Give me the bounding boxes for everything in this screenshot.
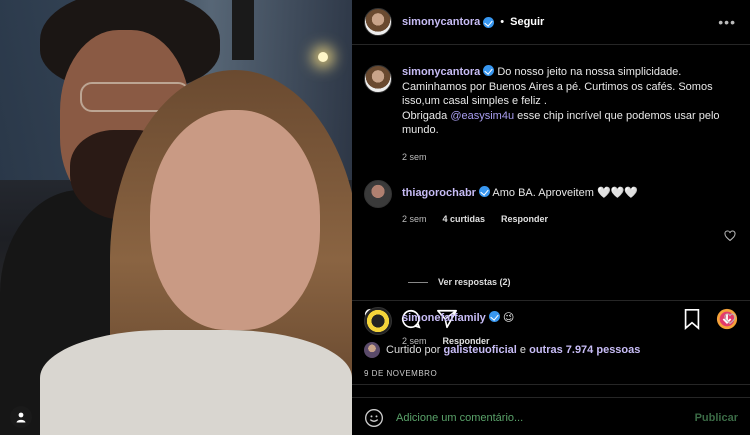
avatar[interactable] [364,307,392,335]
comment-body: Amo BA. Aproveitem 🤍🤍🤍 [492,187,639,199]
like-comment-heart-icon[interactable] [724,230,736,242]
comment-meta: 2 sem Responder [402,336,514,346]
tagged-users-icon[interactable] [10,406,32,428]
comment-body: 😉 [502,312,515,324]
post-photo[interactable] [0,0,352,435]
follow-button[interactable]: Seguir [510,16,544,28]
comment-item: thiagorochabr Amo BA. Aproveitem 🤍🤍🤍 2 s… [364,180,738,224]
separator-dot: • [500,16,505,28]
comment-text: simonefatfamily 😉 [402,311,514,326]
comment-likes[interactable]: 4 curtidas [443,214,486,224]
caption-line-1: Do nosso jeito na nossa simplicidade. [497,66,682,78]
comment-username[interactable]: thiagorochabr [402,187,476,199]
caption: simonycantora Do nosso jeito na nossa si… [364,65,738,162]
caption-text: simonycantora Do nosso jeito na nossa si… [402,65,720,138]
woman-figure [40,330,352,435]
avatar[interactable] [364,180,392,208]
comments-section[interactable]: simonycantora Do nosso jeito na nossa si… [352,45,750,346]
liker-username[interactable]: galisteuoficial [443,344,516,356]
likes-others[interactable]: outras 7.974 pessoas [529,344,640,356]
replies-line [408,281,428,283]
street-light [318,52,328,62]
likes-conj: e [519,344,527,356]
view-replies-label: Ver respostas (2) [438,277,511,287]
caption-line-2: Caminhamos por Buenos Aires a pé. Curtim… [402,80,713,93]
comment-time[interactable]: 2 sem [402,214,427,224]
post-date[interactable]: 9 DE NOVEMBRO [352,363,750,385]
caption-line-4: Obrigada [402,109,448,122]
caption-line-5: mundo. [402,124,439,136]
view-replies-button[interactable]: Ver respostas (2) [408,277,511,287]
like-comment-heart-icon[interactable] [724,313,736,325]
caption-time[interactable]: 2 sem [402,152,427,162]
comment-input[interactable] [396,411,695,424]
verified-badge-icon [483,16,495,28]
comment-username[interactable]: simonefatfamily [402,312,486,324]
reply-button[interactable]: Responder [443,336,490,346]
reply-button[interactable]: Responder [501,214,548,224]
avatar[interactable] [364,8,392,36]
verified-badge-icon [483,65,495,76]
more-options-icon[interactable]: ••• [718,14,736,30]
avatar[interactable] [364,65,392,93]
comment-item: simonefatfamily 😉 2 sem Responder [364,307,738,346]
caption-mention-link[interactable]: @easysim4u [450,110,514,122]
post-panel: simonycantora • Seguir ••• simonycantora… [352,0,750,435]
likes-prefix: Curtido por [386,344,441,356]
emoji-icon[interactable] [364,408,384,428]
caption-username[interactable]: simonycantora [402,66,480,78]
comment-text: thiagorochabr Amo BA. Aproveitem 🤍🤍🤍 [402,186,638,201]
verified-badge-icon [478,186,490,197]
woman-face [150,110,320,330]
verified-badge-icon [488,311,500,322]
post-header: simonycantora • Seguir ••• [352,0,750,45]
street-pole [232,0,254,60]
publish-button[interactable]: Publicar [695,412,738,424]
caption-line-4b: esse chip incrível que podemos usar pelo [514,109,720,122]
caption-line-3: isso,um casal simples e feliz . [402,95,547,107]
header-username[interactable]: simonycantora [402,16,480,28]
comment-time[interactable]: 2 sem [402,336,427,346]
caption-meta: 2 sem [402,152,720,162]
comment-meta: 2 sem 4 curtidas Responder [402,214,638,224]
add-comment-bar: Publicar [352,397,750,435]
